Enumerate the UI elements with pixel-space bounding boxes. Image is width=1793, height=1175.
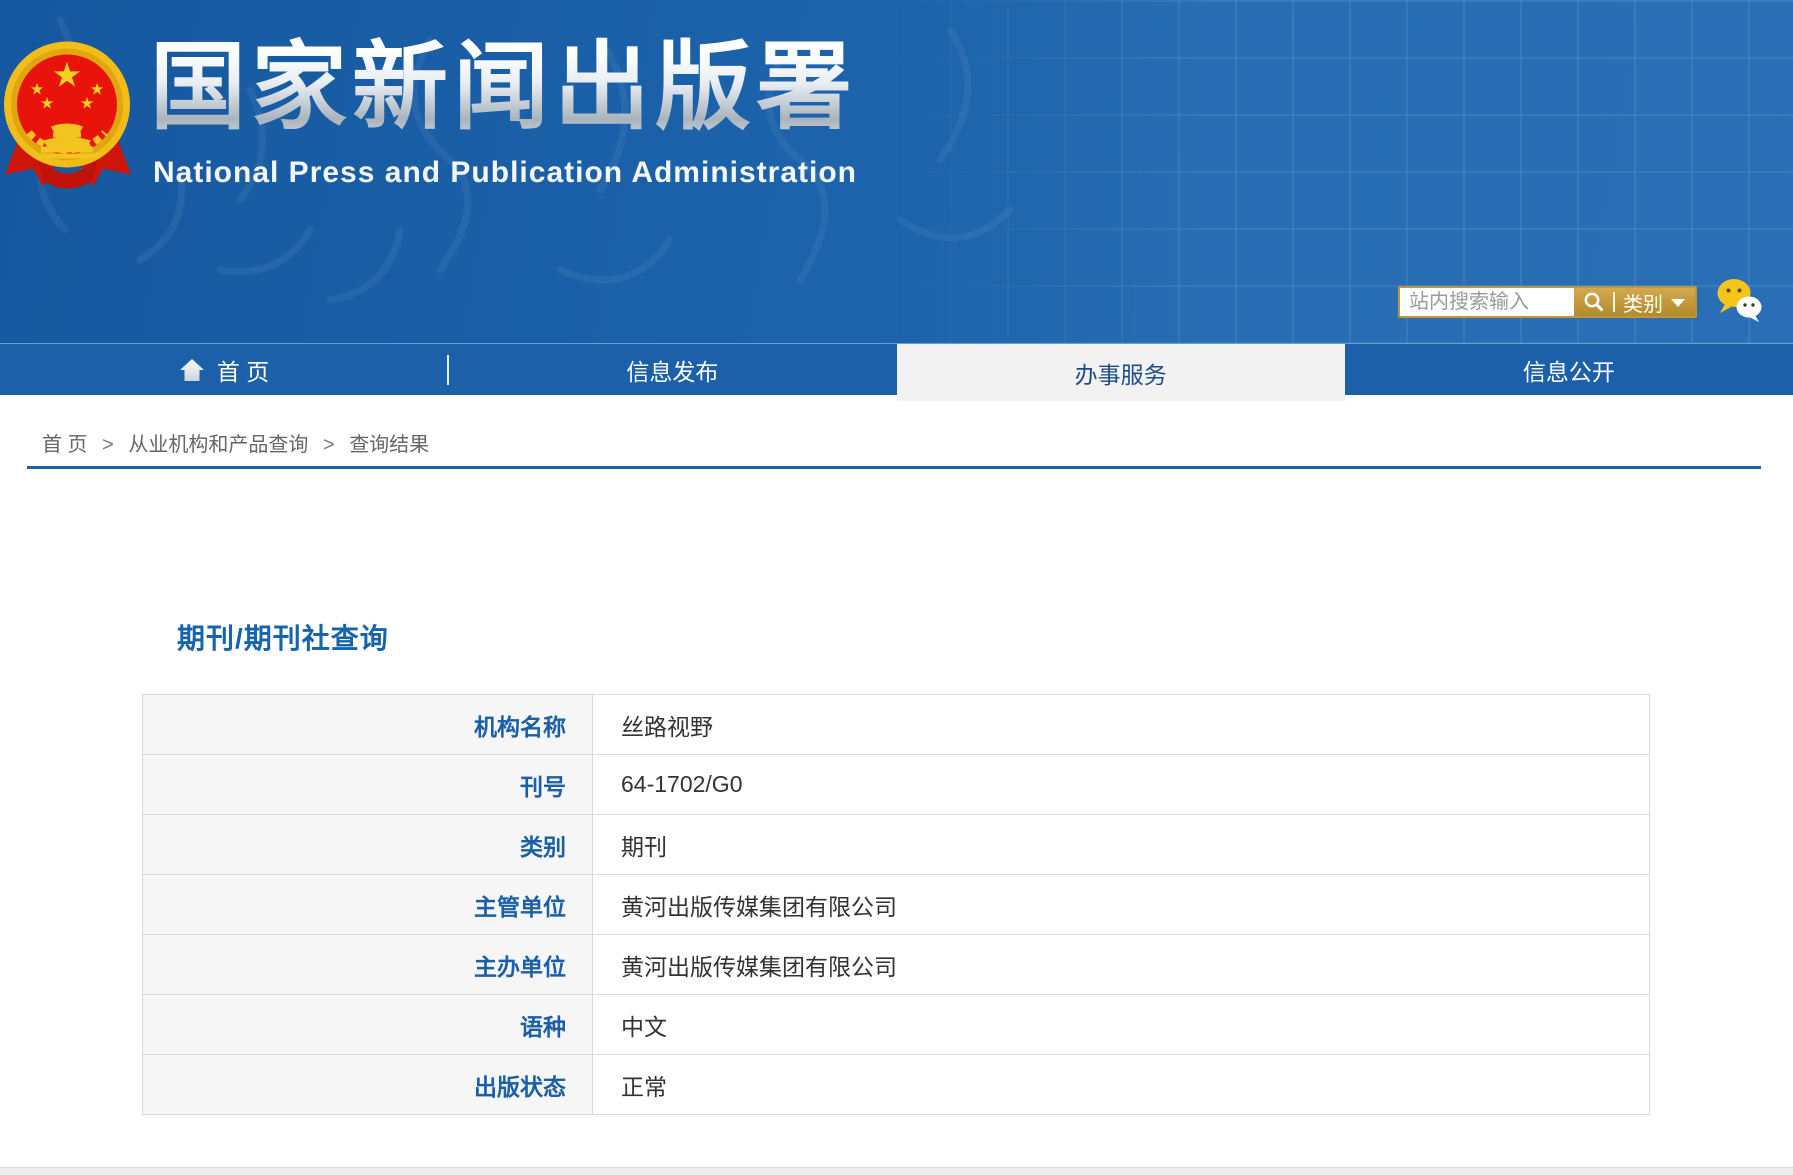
row-value: 期刊 xyxy=(592,814,1650,875)
breadcrumb-query[interactable]: 从业机构和产品查询 xyxy=(128,434,308,456)
row-value: 黄河出版传媒集团有限公司 xyxy=(592,874,1650,935)
row-label: 语种 xyxy=(142,994,593,1055)
breadcrumb-rule xyxy=(27,466,1761,469)
table-row: 主管单位 黄河出版传媒集团有限公司 xyxy=(142,874,1650,935)
row-label: 出版状态 xyxy=(142,1054,593,1115)
search-button[interactable]: 类别 xyxy=(1574,288,1695,316)
svg-text:★: ★ xyxy=(52,56,82,96)
site-search: 类别 xyxy=(1398,286,1697,318)
nav-item-disclosure[interactable]: 信息公开 xyxy=(1345,344,1793,395)
breadcrumb: 首 页 > 从业机构和产品查询 > 查询结果 xyxy=(42,428,429,457)
row-label: 刊号 xyxy=(142,754,593,815)
nav-item-services[interactable]: 办事服务 xyxy=(896,344,1345,401)
row-value: 中文 xyxy=(592,994,1650,1055)
row-label: 主管单位 xyxy=(142,874,593,935)
home-icon xyxy=(179,358,204,381)
nav-item-label: 办事服务 xyxy=(1074,361,1167,388)
page-title: 期刊/期刊社查询 xyxy=(177,623,389,654)
table-row: 刊号 64-1702/G0 xyxy=(142,754,1650,815)
nav-item-home[interactable]: 首 页 xyxy=(0,344,448,395)
nav-item-label: 信息公开 xyxy=(1522,358,1615,385)
table-row: 语种 中文 xyxy=(142,994,1650,1055)
caret-down-icon[interactable] xyxy=(1671,299,1685,307)
row-value: 丝路视野 xyxy=(592,694,1650,755)
breadcrumb-current: 查询结果 xyxy=(349,434,430,456)
row-label: 类别 xyxy=(142,814,593,875)
search-category-dropdown[interactable]: 类别 xyxy=(1623,288,1663,317)
site-title[interactable]: 国家新闻出版署 xyxy=(150,36,857,140)
row-label: 机构名称 xyxy=(142,694,593,755)
row-value: 黄河出版传媒集团有限公司 xyxy=(592,934,1650,995)
main-nav: 首 页 信息发布 办事服务 信息公开 xyxy=(0,343,1793,401)
search-icon xyxy=(1584,292,1604,312)
wechat-icon[interactable] xyxy=(1714,276,1766,324)
breadcrumb-separator: > xyxy=(322,434,335,456)
row-label: 主办单位 xyxy=(142,934,593,995)
site-subtitle: National Press and Publication Administr… xyxy=(153,156,857,189)
svg-text:★: ★ xyxy=(80,94,94,113)
page: ★ ★ ★ ★ ★ 国家新闻出版署 National Press and Pub… xyxy=(0,0,1793,1175)
nav-item-label: 首 页 xyxy=(216,358,270,385)
table-row: 主办单位 黄河出版传媒集团有限公司 xyxy=(142,934,1650,995)
breadcrumb-separator: > xyxy=(102,434,114,456)
site-header: ★ ★ ★ ★ ★ 国家新闻出版署 National Press and Pub… xyxy=(0,0,1793,343)
table-row: 类别 期刊 xyxy=(142,814,1650,875)
svg-text:★: ★ xyxy=(40,94,54,113)
result-table: 机构名称 丝路视野 刊号 64-1702/G0 类别 期刊 主管单位 黄河出版传… xyxy=(142,694,1650,1115)
row-value: 正常 xyxy=(592,1054,1650,1115)
nav-item-label: 信息发布 xyxy=(626,358,719,385)
search-input[interactable] xyxy=(1400,288,1574,316)
row-value: 64-1702/G0 xyxy=(592,754,1650,815)
footer-edge xyxy=(0,1167,1793,1175)
table-row: 机构名称 丝路视野 xyxy=(142,694,1650,755)
table-row: 出版状态 正常 xyxy=(142,1054,1650,1115)
breadcrumb-home[interactable]: 首 页 xyxy=(42,434,88,456)
search-divider xyxy=(1613,292,1615,312)
national-emblem-logo: ★ ★ ★ ★ ★ xyxy=(4,41,131,189)
nav-item-news[interactable]: 信息发布 xyxy=(448,344,896,395)
